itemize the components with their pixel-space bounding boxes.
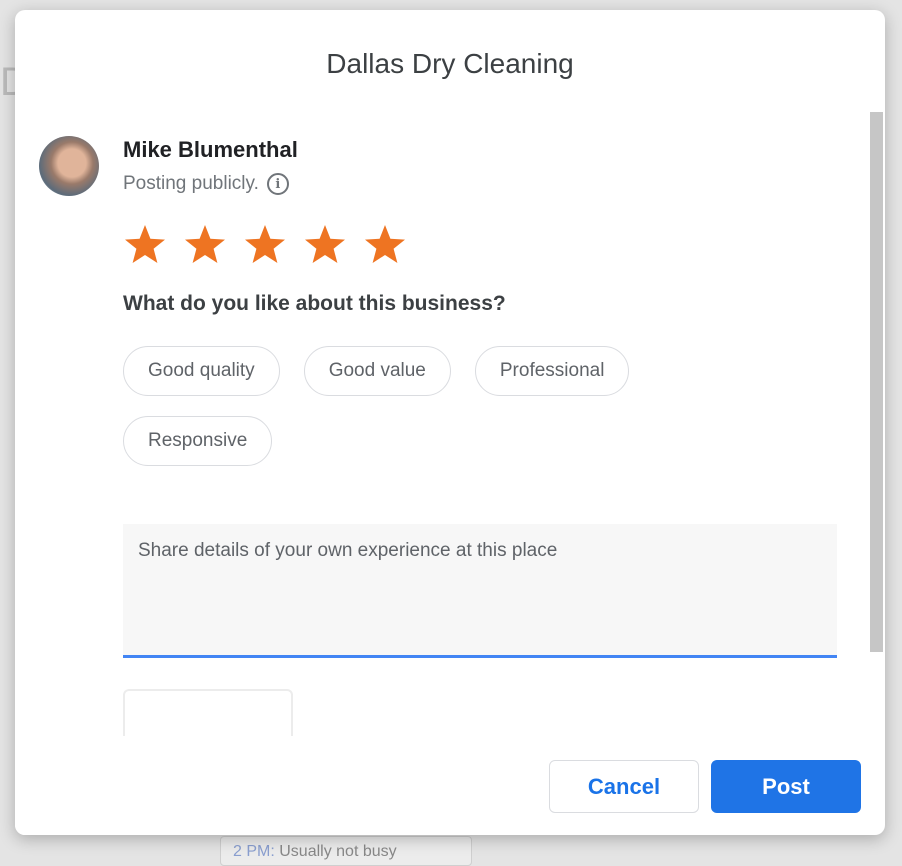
user-name: Mike Blumenthal [123, 137, 298, 162]
cancel-button[interactable]: Cancel [549, 760, 699, 813]
star-icon[interactable] [121, 220, 169, 268]
star-icon[interactable] [241, 220, 289, 268]
posting-status-text: Posting publicly. [123, 173, 259, 194]
review-textarea[interactable] [123, 524, 837, 658]
info-icon[interactable]: i [266, 173, 289, 195]
dialog-title: Dallas Dry Cleaning [326, 48, 574, 79]
star-icon[interactable] [181, 220, 229, 268]
post-button[interactable]: Post [711, 760, 861, 813]
question-label: What do you like about this business? [123, 292, 506, 315]
posting-status: Posting publicly. i [123, 173, 289, 195]
attribute-chips: Good quality Good value Professional Res… [123, 346, 703, 466]
scrollbar[interactable] [870, 112, 883, 652]
chip-professional[interactable]: Professional [474, 346, 630, 396]
review-dialog: Dallas Dry Cleaning Mike Blumenthal Post… [15, 10, 885, 835]
background-popular-times: 2 PM: Usually not busy [220, 836, 472, 866]
star-icon[interactable] [301, 220, 349, 268]
star-rating[interactable] [121, 220, 409, 268]
chip-responsive[interactable]: Responsive [123, 416, 273, 466]
chip-good-quality[interactable]: Good quality [123, 346, 280, 396]
star-icon[interactable] [361, 220, 409, 268]
avatar [39, 136, 99, 196]
chip-good-value[interactable]: Good value [303, 346, 451, 396]
